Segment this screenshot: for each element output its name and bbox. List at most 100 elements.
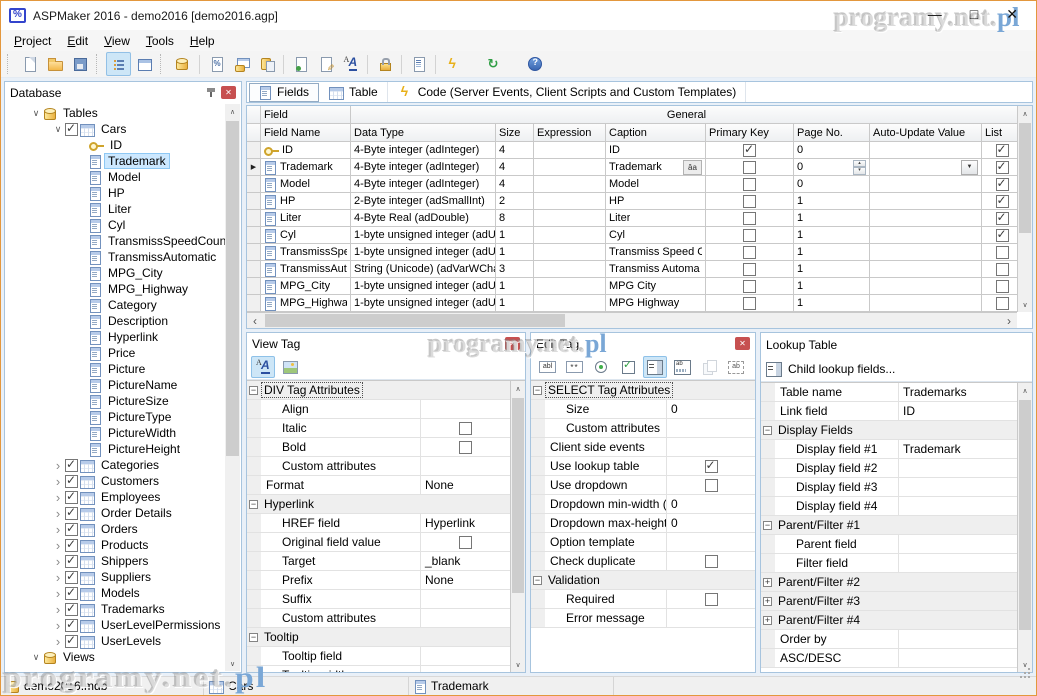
column-header-page-no[interactable]: Page No. <box>794 124 870 142</box>
chevron-right-icon[interactable] <box>51 554 65 569</box>
cell-auto-update[interactable] <box>870 261 982 278</box>
tree-item-models[interactable]: Models <box>5 585 241 601</box>
column-header-primary-key[interactable]: Primary Key <box>706 124 794 142</box>
chevron-right-icon[interactable] <box>51 586 65 601</box>
font-button[interactable] <box>251 356 275 378</box>
row-indicator[interactable] <box>247 193 261 210</box>
prop-value-dropdown-min-width-px[interactable]: 0 <box>667 497 755 511</box>
category-parent-filter-3[interactable]: +Parent/Filter #3 <box>761 592 1017 611</box>
dropdown-icon[interactable] <box>961 160 978 175</box>
checkbox-unchecked[interactable] <box>705 479 718 492</box>
cell-expression[interactable] <box>534 295 606 312</box>
row-indicator[interactable] <box>247 261 261 278</box>
chevron-right-icon[interactable] <box>51 506 65 521</box>
checkbox-checked[interactable] <box>743 144 756 157</box>
chevron-down-icon[interactable] <box>29 652 43 663</box>
prop-value-target[interactable]: _blank <box>421 554 510 568</box>
tree-item-mpg-city[interactable]: MPG_City <box>5 265 241 281</box>
cell-list[interactable] <box>982 159 1017 176</box>
cell-primary-key[interactable] <box>706 142 794 159</box>
cell-list[interactable] <box>982 227 1017 244</box>
cell-expression[interactable] <box>534 244 606 261</box>
cell-size[interactable]: 8 <box>496 210 534 227</box>
chevron-right-icon[interactable] <box>51 538 65 553</box>
view-tag-close-button[interactable] <box>505 337 520 350</box>
cell-expression[interactable] <box>534 210 606 227</box>
prop-value-size[interactable]: 0 <box>667 402 755 416</box>
cell-list[interactable] <box>982 244 1017 261</box>
checkbox-checked[interactable] <box>996 144 1009 157</box>
cell-auto-update[interactable] <box>870 193 982 210</box>
prop-value-use-dropdown[interactable] <box>667 479 755 492</box>
category-tooltip[interactable]: −Tooltip <box>247 628 510 647</box>
cell-caption[interactable]: MPG Highway <box>606 295 706 312</box>
spin-up-icon[interactable] <box>853 160 866 168</box>
cell-page-no[interactable]: 0 <box>794 176 870 193</box>
prop-value-check-duplicate[interactable] <box>667 555 755 568</box>
column-header-expression[interactable]: Expression <box>534 124 606 142</box>
lock-button[interactable] <box>372 52 397 76</box>
checkbox-checked[interactable] <box>65 603 78 616</box>
tree-item-customers[interactable]: Customers <box>5 473 241 489</box>
cell-field-name[interactable]: Cyl <box>261 227 351 244</box>
cell-primary-key[interactable] <box>706 193 794 210</box>
spin-down-icon[interactable] <box>853 167 866 175</box>
scroll-thumb[interactable] <box>1019 400 1031 630</box>
column-header-caption[interactable]: Caption <box>606 124 706 142</box>
expand-plus-icon[interactable]: + <box>763 578 772 587</box>
prop-value-use-lookup-table[interactable] <box>667 460 755 473</box>
lookup-scrollbar[interactable] <box>1017 383 1032 672</box>
cell-expression[interactable] <box>534 176 606 193</box>
cell-list[interactable] <box>982 176 1017 193</box>
tree-item-hyperlink[interactable]: Hyperlink <box>5 329 241 345</box>
checkbox-unchecked[interactable] <box>996 263 1009 276</box>
scroll-up-icon[interactable] <box>225 104 240 119</box>
checkbox-checked[interactable] <box>65 539 78 552</box>
scroll-right-icon[interactable] <box>1001 313 1017 328</box>
hidden-button[interactable] <box>724 356 748 378</box>
collapse-minus-icon[interactable]: − <box>249 386 258 395</box>
tree-item-description[interactable]: Description <box>5 313 241 329</box>
collapse-minus-icon[interactable]: − <box>249 633 258 642</box>
cell-primary-key[interactable] <box>706 244 794 261</box>
menu-project[interactable]: Project <box>6 32 59 50</box>
cell-data-type[interactable]: 4-Byte integer (adInteger) <box>351 142 496 159</box>
cell-data-type[interactable]: 1-byte unsigned integer (adUnsi <box>351 244 496 261</box>
current-row-indicator[interactable] <box>247 159 261 176</box>
cell-caption[interactable]: Transmiss Automa <box>606 261 706 278</box>
checkbox-unchecked[interactable] <box>459 441 472 454</box>
tree-item-id[interactable]: ID <box>5 137 241 153</box>
checkbox-unchecked[interactable] <box>459 422 472 435</box>
cell-auto-update[interactable] <box>870 227 982 244</box>
tree-item-trademark[interactable]: Trademark <box>5 153 241 169</box>
tree-item-picturetype[interactable]: PictureType <box>5 409 241 425</box>
checkbox-unchecked[interactable] <box>996 280 1009 293</box>
scroll-thumb[interactable] <box>512 398 524 593</box>
cell-data-type[interactable]: 1-byte unsigned integer (adUnsi <box>351 295 496 312</box>
checkbox-checked[interactable] <box>996 178 1009 191</box>
cell-field-name[interactable]: ID <box>261 142 351 159</box>
menu-edit[interactable]: Edit <box>59 32 96 50</box>
menu-tools[interactable]: Tools <box>138 32 182 50</box>
checkbox-unchecked[interactable] <box>996 246 1009 259</box>
category-parent-filter-2[interactable]: +Parent/Filter #2 <box>761 573 1017 592</box>
cell-caption[interactable]: MPG City <box>606 278 706 295</box>
tree-item-mpg-highway[interactable]: MPG_Highway <box>5 281 241 297</box>
chevron-right-icon[interactable] <box>51 602 65 617</box>
tree-item-order-details[interactable]: Order Details <box>5 505 241 521</box>
cell-expression[interactable] <box>534 193 606 210</box>
cell-field-name[interactable]: HP <box>261 193 351 210</box>
chevron-right-icon[interactable] <box>51 474 65 489</box>
cell-page-no[interactable]: 1 <box>794 227 870 244</box>
tree-item-products[interactable]: Products <box>5 537 241 553</box>
checkbox-checked[interactable] <box>65 571 78 584</box>
column-header-auto-update-value[interactable]: Auto-Update Value <box>870 124 982 142</box>
font-button[interactable] <box>338 52 363 76</box>
sidebar-scrollbar[interactable] <box>225 104 240 671</box>
tree-item-views[interactable]: Views <box>5 649 241 665</box>
checkbox-checked[interactable] <box>65 507 78 520</box>
copy-button[interactable] <box>697 356 721 378</box>
checkbox-checked[interactable] <box>65 635 78 648</box>
cell-auto-update[interactable] <box>870 142 982 159</box>
cell-page-no[interactable]: 1 <box>794 210 870 227</box>
